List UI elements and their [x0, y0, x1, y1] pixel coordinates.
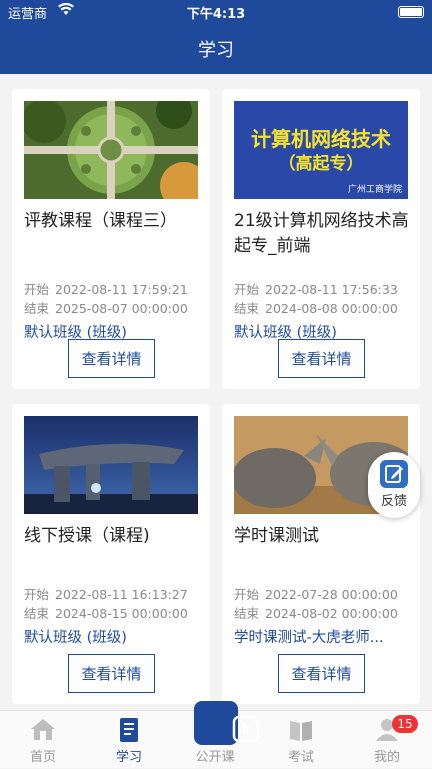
- course-card[interactable]: 线下授课（课程) 开始 2022-08-11 16:13:27 结束 2024-08…: [12, 404, 210, 704]
- tab-study[interactable]: 学习: [86, 711, 172, 769]
- view-details-button[interactable]: 查看详情: [68, 339, 155, 378]
- tab-bar: 首页 学习 公开课 考试 15 我的: [0, 701, 432, 769]
- tab-label: 我的: [373, 750, 400, 765]
- tab-label: 公开课: [195, 750, 235, 765]
- course-image-dolmen[interactable]: [24, 416, 198, 514]
- tab-exam[interactable]: 考试: [258, 711, 344, 769]
- feedback-label: 反馈: [380, 494, 407, 509]
- course-title: 21级计算机网络技术高起专_前端: [234, 211, 409, 256]
- tab-label: 学习: [115, 750, 142, 765]
- view-details-button[interactable]: 查看详情: [68, 654, 155, 693]
- page-title: 学习: [198, 40, 234, 61]
- clock: 下午4:13: [186, 7, 246, 22]
- course-grid[interactable]: 评教课程（课程三） 开始 2022-08-11 17:59:21 结束 2025-0…: [0, 74, 432, 710]
- course-end: 结束 2024-08-08 00:00:00: [234, 301, 398, 316]
- course-card[interactable]: 计算机网络技术 （高起专） 广州工商学院 21级计算机网络技术高起专_前端 开始…: [222, 89, 420, 389]
- banner-line-1: 计算机网络技术: [251, 127, 391, 151]
- home-icon: [31, 719, 55, 740]
- course-class: 默认班级 (班级): [24, 630, 127, 646]
- course-class: 学时课测试-大虎老师...: [234, 630, 384, 646]
- tab-label: 首页: [29, 750, 56, 765]
- battery-icon: [398, 6, 424, 18]
- tab-home[interactable]: 首页: [0, 711, 86, 769]
- course-start: 开始 2022-08-11 16:13:27: [24, 587, 188, 602]
- course-image-garden[interactable]: [24, 101, 198, 199]
- course-end: 结束 2025-08-07 00:00:00: [24, 301, 188, 316]
- course-title: 评教课程（课程三）: [24, 211, 177, 231]
- view-details-button[interactable]: 查看详情: [278, 339, 365, 378]
- feedback-button[interactable]: 反馈: [368, 452, 420, 518]
- course-title: 学时课测试: [234, 526, 319, 546]
- course-title: 线下授课（课程): [24, 526, 150, 546]
- header: 学习: [0, 22, 432, 74]
- tab-profile[interactable]: 15 我的: [344, 711, 430, 769]
- banner-line-2: （高起专）: [278, 154, 364, 174]
- course-card[interactable]: 评教课程（课程三） 开始 2022-08-11 17:59:21 结束 2025-0…: [12, 89, 210, 389]
- tab-label: 考试: [287, 750, 314, 765]
- play-icon: [194, 701, 260, 745]
- course-card[interactable]: 学时课测试 开始 2022-07-28 00:00:00 结束 2024-08-02…: [222, 404, 420, 704]
- notification-badge: 15: [392, 715, 418, 733]
- course-end: 结束 2024-08-02 00:00:00: [234, 606, 398, 621]
- tab-open-course[interactable]: 公开课: [172, 701, 260, 769]
- course-end: 结束 2024-08-15 00:00:00: [24, 606, 188, 621]
- course-image-banner[interactable]: 计算机网络技术 （高起专） 广州工商学院: [234, 101, 408, 199]
- banner-logo: 广州工商学院: [347, 185, 402, 195]
- status-bar: 运营商 下午4:13: [0, 0, 432, 22]
- view-details-button[interactable]: 查看详情: [278, 654, 365, 693]
- exam-icon: [290, 721, 312, 741]
- course-start: 开始 2022-07-28 00:00:00: [234, 587, 398, 602]
- edit-icon: [380, 460, 408, 488]
- book-icon: [120, 718, 138, 742]
- course-start: 开始 2022-08-11 17:56:33: [234, 282, 398, 297]
- course-start: 开始 2022-08-11 17:59:21: [24, 282, 188, 297]
